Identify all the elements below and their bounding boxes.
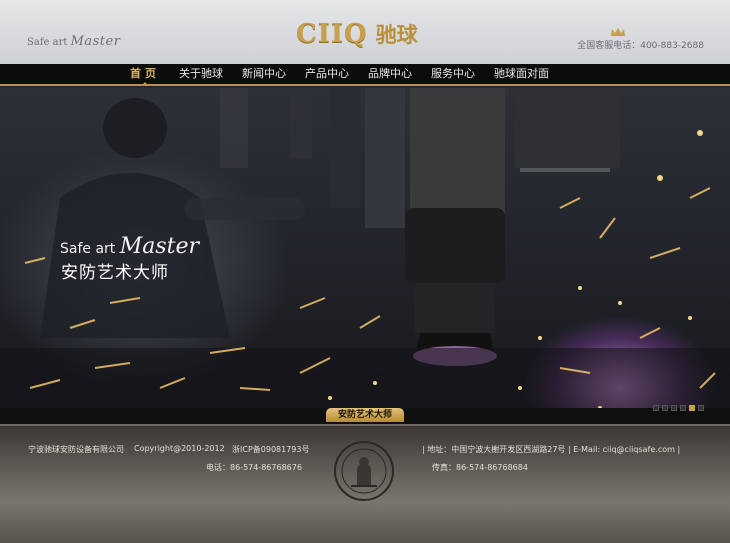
hero-slogan-script: Master [119,234,200,259]
slide-dot-3[interactable] [671,405,677,411]
main-nav: 首页 关于驰球 新闻中心 产品中心 品牌中心 服务中心 驰球面对面 [0,64,730,86]
seal-emblem-icon [334,441,394,501]
hero-slogan-en: Safe art Master [60,234,199,259]
logo-cn: 驰球 [375,23,418,47]
slide-pagination [650,405,704,411]
footer-phone: 电话：86-574-86768676 [206,463,302,472]
nav-item-face-to-face[interactable]: 驰球面对面 [494,64,549,84]
slide-dot-2[interactable] [662,405,668,411]
logo[interactable]: CIIQ 驰球 [296,18,625,50]
slide-dot-1[interactable] [653,405,659,411]
nav-item-brand[interactable]: 品牌中心 [368,64,412,84]
nav-item-about[interactable]: 关于驰球 [179,64,223,84]
slide-dot-6[interactable] [698,405,704,411]
slide-dot-5[interactable] [689,405,695,411]
hero-slogan-cn: 安防艺术大师 [61,263,169,283]
footer-address-email: | 地址：中国宁波大榭开发区西湖路27号 | E-Mail: ciiq@ciiq… [422,445,681,454]
slide-dot-4[interactable] [680,405,686,411]
crown-icon [611,28,625,36]
header-tagline-prefix: Safe art [27,37,68,48]
nav-item-home[interactable]: 首页 [130,64,160,86]
header-tagline: Safe art Master [27,34,120,49]
site-header: Safe art Master CIIQ 驰球 全国客服电话：400-883-2… [0,0,730,64]
service-hotline: 全国客服电话：400-883-2688 [577,41,704,51]
footer-company: 宁波驰球安防设备有限公司 [28,445,124,454]
footer-copyright: Copyright@2010-2012 [134,444,225,453]
hero-banner[interactable]: Safe art Master 安防艺术大师 [0,88,730,424]
nav-item-products[interactable]: 产品中心 [305,64,349,84]
footer-fax: 传真：86-574-86768684 [432,463,528,472]
nav-item-service[interactable]: 服务中心 [431,64,475,84]
hero-slogan-prefix: Safe art [60,241,116,257]
site-footer: 宁波驰球安防设备有限公司 Copyright@2010-2012 浙ICP备09… [0,424,730,543]
logo-en: CIIQ [296,19,368,49]
header-tagline-script: Master [70,34,121,49]
hero-caption-tab: 安防艺术大师 [326,408,404,422]
footer-icp[interactable]: 浙ICP备09081793号 [232,444,310,455]
nav-item-news[interactable]: 新闻中心 [242,64,286,84]
